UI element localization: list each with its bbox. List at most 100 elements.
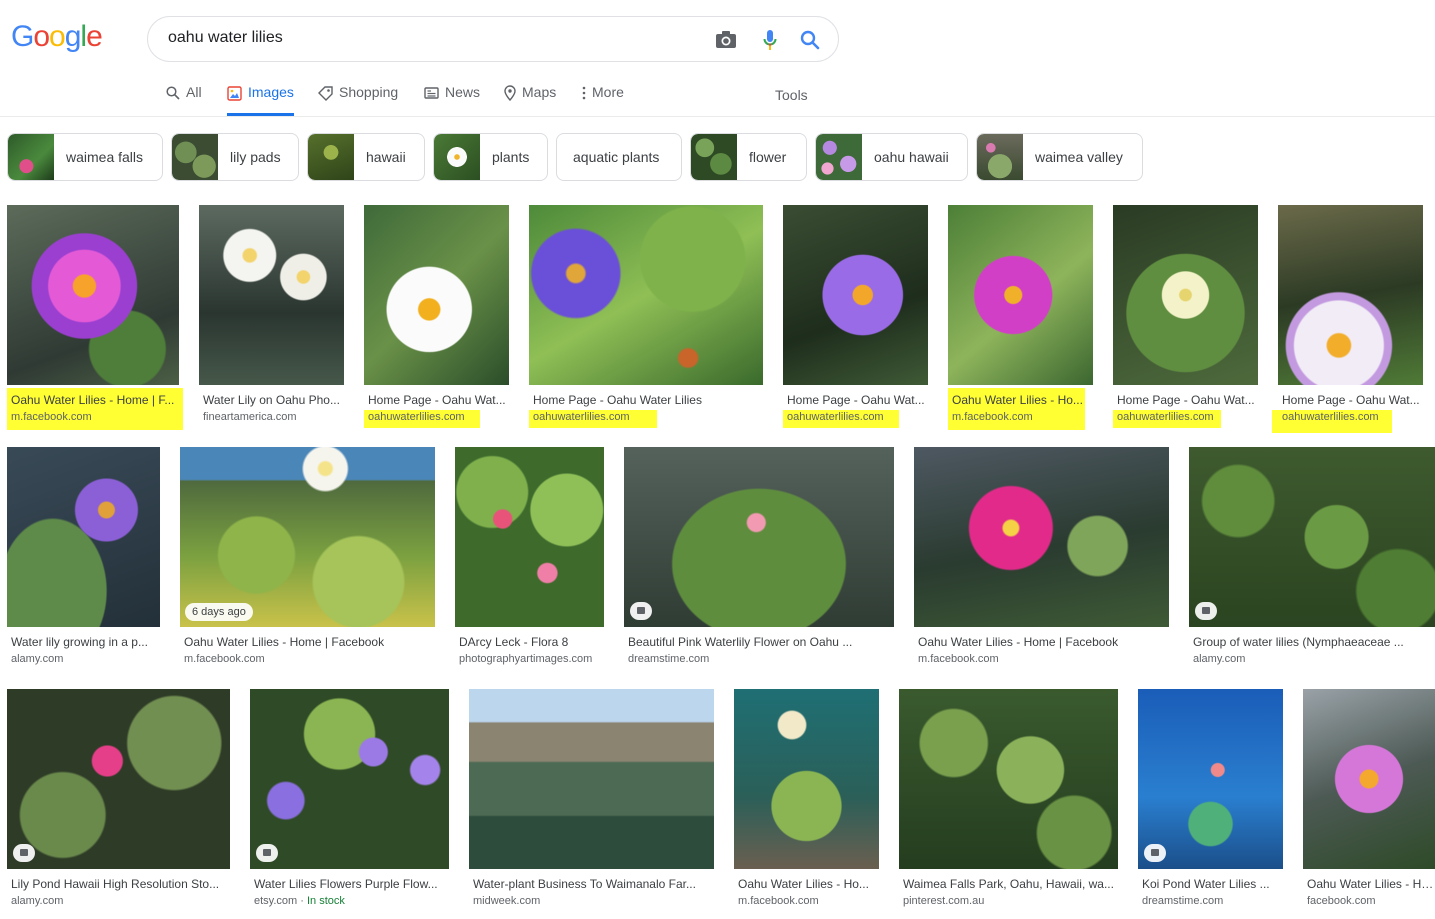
search-box[interactable]: oahu water lilies (147, 16, 839, 62)
tab-more[interactable]: More (582, 84, 624, 116)
result-image[interactable] (783, 205, 928, 385)
tab-news[interactable]: News (424, 84, 480, 116)
result-image[interactable] (7, 205, 179, 385)
result-title[interactable]: Water lily growing in a p... (11, 635, 160, 649)
result-source[interactable]: oahuwaterlilies.com (1282, 411, 1379, 423)
result-title[interactable]: Oahu Water Lilies - Home | F... (11, 393, 179, 407)
result-image[interactable] (364, 205, 509, 385)
result-title[interactable]: DArcy Leck - Flora 8 (459, 635, 604, 649)
result-tile[interactable]: Beautiful Pink Waterlily Flower on Oahu … (624, 447, 894, 672)
result-source[interactable]: pinterest.com.au (903, 895, 984, 907)
result-tile[interactable]: Home Page - Oahu Wat... oahuwaterlilies.… (783, 205, 928, 430)
result-tile[interactable]: 6 days ago Oahu Water Lilies - Home | Fa… (180, 447, 435, 672)
result-image[interactable] (469, 689, 714, 869)
tab-shopping[interactable]: Shopping (318, 84, 398, 116)
tab-images[interactable]: Images (227, 84, 294, 116)
result-image[interactable] (455, 447, 604, 627)
chip-hawaii[interactable]: hawaii (307, 133, 425, 181)
result-title[interactable]: Koi Pond Water Lilies ... (1142, 877, 1283, 891)
result-image[interactable] (1189, 447, 1435, 627)
chip-oahu-hawaii[interactable]: oahu hawaii (815, 133, 968, 181)
chip-waimea-valley[interactable]: waimea valley (976, 133, 1143, 181)
result-image[interactable]: 6 days ago (180, 447, 435, 627)
result-tile[interactable]: Oahu Water Lilies - Home | Facebook m.fa… (914, 447, 1169, 672)
result-title[interactable]: Home Page - Oahu Wat... (787, 393, 928, 407)
result-image[interactable] (1278, 205, 1423, 385)
result-title[interactable]: Waimea Falls Park, Oahu, Hawaii, wa... (903, 877, 1118, 891)
result-tile[interactable]: Oahu Water Lilies - Ho... m.facebook.com (948, 205, 1093, 430)
result-title[interactable]: Home Page - Oahu Water Lilies (533, 393, 763, 407)
result-source[interactable]: oahuwaterlilies.com (533, 411, 630, 423)
result-tile[interactable]: Home Page - Oahu Wat... oahuwaterlilies.… (1113, 205, 1258, 430)
result-source[interactable]: oahuwaterlilies.com (368, 411, 465, 423)
result-title[interactable]: Water Lilies Flowers Purple Flow... (254, 877, 449, 891)
result-source[interactable]: dreamstime.com (1142, 895, 1223, 907)
result-source[interactable]: m.facebook.com (918, 653, 999, 665)
result-title[interactable]: Beautiful Pink Waterlily Flower on Oahu … (628, 635, 894, 649)
result-source[interactable]: m.facebook.com (11, 411, 92, 423)
result-source[interactable]: fineartamerica.com (203, 411, 297, 423)
result-title[interactable]: Oahu Water Lilies - Ho... (952, 393, 1090, 407)
result-tile[interactable]: Water lily growing in a p... alamy.com (7, 447, 160, 672)
result-title[interactable]: Group of water lilies (Nymphaeaceae ... (1193, 635, 1429, 649)
result-title[interactable]: Home Page - Oahu Wat... (368, 393, 509, 407)
result-image[interactable] (7, 447, 160, 627)
result-source[interactable]: m.facebook.com (952, 411, 1033, 423)
result-title[interactable]: Home Page - Oahu Wat... (1117, 393, 1258, 407)
chip-flower[interactable]: flower (690, 133, 807, 181)
result-title[interactable]: Water Lily on Oahu Pho... (203, 393, 344, 407)
tools-button[interactable]: Tools (775, 87, 808, 103)
result-title[interactable]: Oahu Water Lilies - Home | Facebook (184, 635, 435, 649)
result-image[interactable] (1303, 689, 1435, 869)
result-source[interactable]: midweek.com (473, 895, 540, 907)
result-tile[interactable]: Oahu Water Lilies - Home | F... m.facebo… (7, 205, 183, 430)
result-source[interactable]: facebook.com (1307, 895, 1375, 907)
result-image[interactable] (624, 447, 894, 627)
result-tile[interactable]: Koi Pond Water Lilies ... dreamstime.com (1138, 689, 1283, 914)
result-tile[interactable]: Water-plant Business To Waimanalo Far...… (469, 689, 714, 914)
result-source[interactable]: m.facebook.com (738, 895, 819, 907)
result-source[interactable]: dreamstime.com (628, 653, 709, 665)
result-tile[interactable]: Water Lily on Oahu Pho... fineartamerica… (199, 205, 344, 430)
result-image[interactable] (948, 205, 1093, 385)
chip-lily-pads[interactable]: lily pads (171, 133, 299, 181)
result-source[interactable]: alamy.com (11, 653, 63, 665)
result-image[interactable] (899, 689, 1118, 869)
result-image[interactable] (529, 205, 763, 385)
result-tile[interactable]: Home Page - Oahu Water Lilies oahuwaterl… (529, 205, 763, 430)
result-source[interactable]: alamy.com (1193, 653, 1245, 665)
result-image[interactable] (734, 689, 879, 869)
result-image[interactable] (199, 205, 344, 385)
chip-aquatic-plants[interactable]: aquatic plants (556, 133, 682, 181)
camera-icon[interactable] (714, 28, 738, 52)
chip-plants[interactable]: plants (433, 133, 548, 181)
result-tile[interactable]: Home Page - Oahu Wat... oahuwaterlilies.… (1272, 205, 1423, 433)
result-image[interactable] (1138, 689, 1283, 869)
result-source[interactable]: m.facebook.com (184, 653, 265, 665)
result-title[interactable]: Home Page - Oahu Wat... (1282, 393, 1423, 407)
result-title[interactable]: Water-plant Business To Waimanalo Far... (473, 877, 714, 891)
search-input[interactable]: oahu water lilies (168, 29, 283, 47)
result-title[interactable]: Oahu Water Lilies - Ho... (1307, 877, 1435, 891)
result-tile[interactable]: Home Page - Oahu Wat... oahuwaterlilies.… (364, 205, 509, 430)
result-image[interactable] (7, 689, 230, 869)
search-icon[interactable] (798, 28, 822, 52)
result-source[interactable]: etsy.com · In stock (254, 895, 345, 907)
result-source[interactable]: oahuwaterlilies.com (1117, 411, 1214, 423)
chip-waimea-falls[interactable]: waimea falls (7, 133, 163, 181)
microphone-icon[interactable] (758, 28, 782, 52)
result-image[interactable] (250, 689, 449, 869)
result-title[interactable]: Oahu Water Lilies - Ho... (738, 877, 879, 891)
result-tile[interactable]: DArcy Leck - Flora 8 photographyartimage… (455, 447, 604, 672)
result-tile[interactable]: Oahu Water Lilies - Ho... facebook.com (1303, 689, 1435, 914)
result-image[interactable] (1113, 205, 1258, 385)
result-title[interactable]: Lily Pond Hawaii High Resolution Sto... (11, 877, 230, 891)
google-logo[interactable]: Google (11, 20, 103, 54)
result-tile[interactable]: Group of water lilies (Nymphaeaceae ... … (1189, 447, 1435, 672)
result-title[interactable]: Oahu Water Lilies - Home | Facebook (918, 635, 1169, 649)
result-tile[interactable]: Oahu Water Lilies - Ho... m.facebook.com (734, 689, 879, 914)
tab-maps[interactable]: Maps (504, 84, 556, 116)
result-image[interactable] (914, 447, 1169, 627)
tab-all[interactable]: All (166, 84, 202, 116)
result-source[interactable]: alamy.com (11, 895, 63, 907)
